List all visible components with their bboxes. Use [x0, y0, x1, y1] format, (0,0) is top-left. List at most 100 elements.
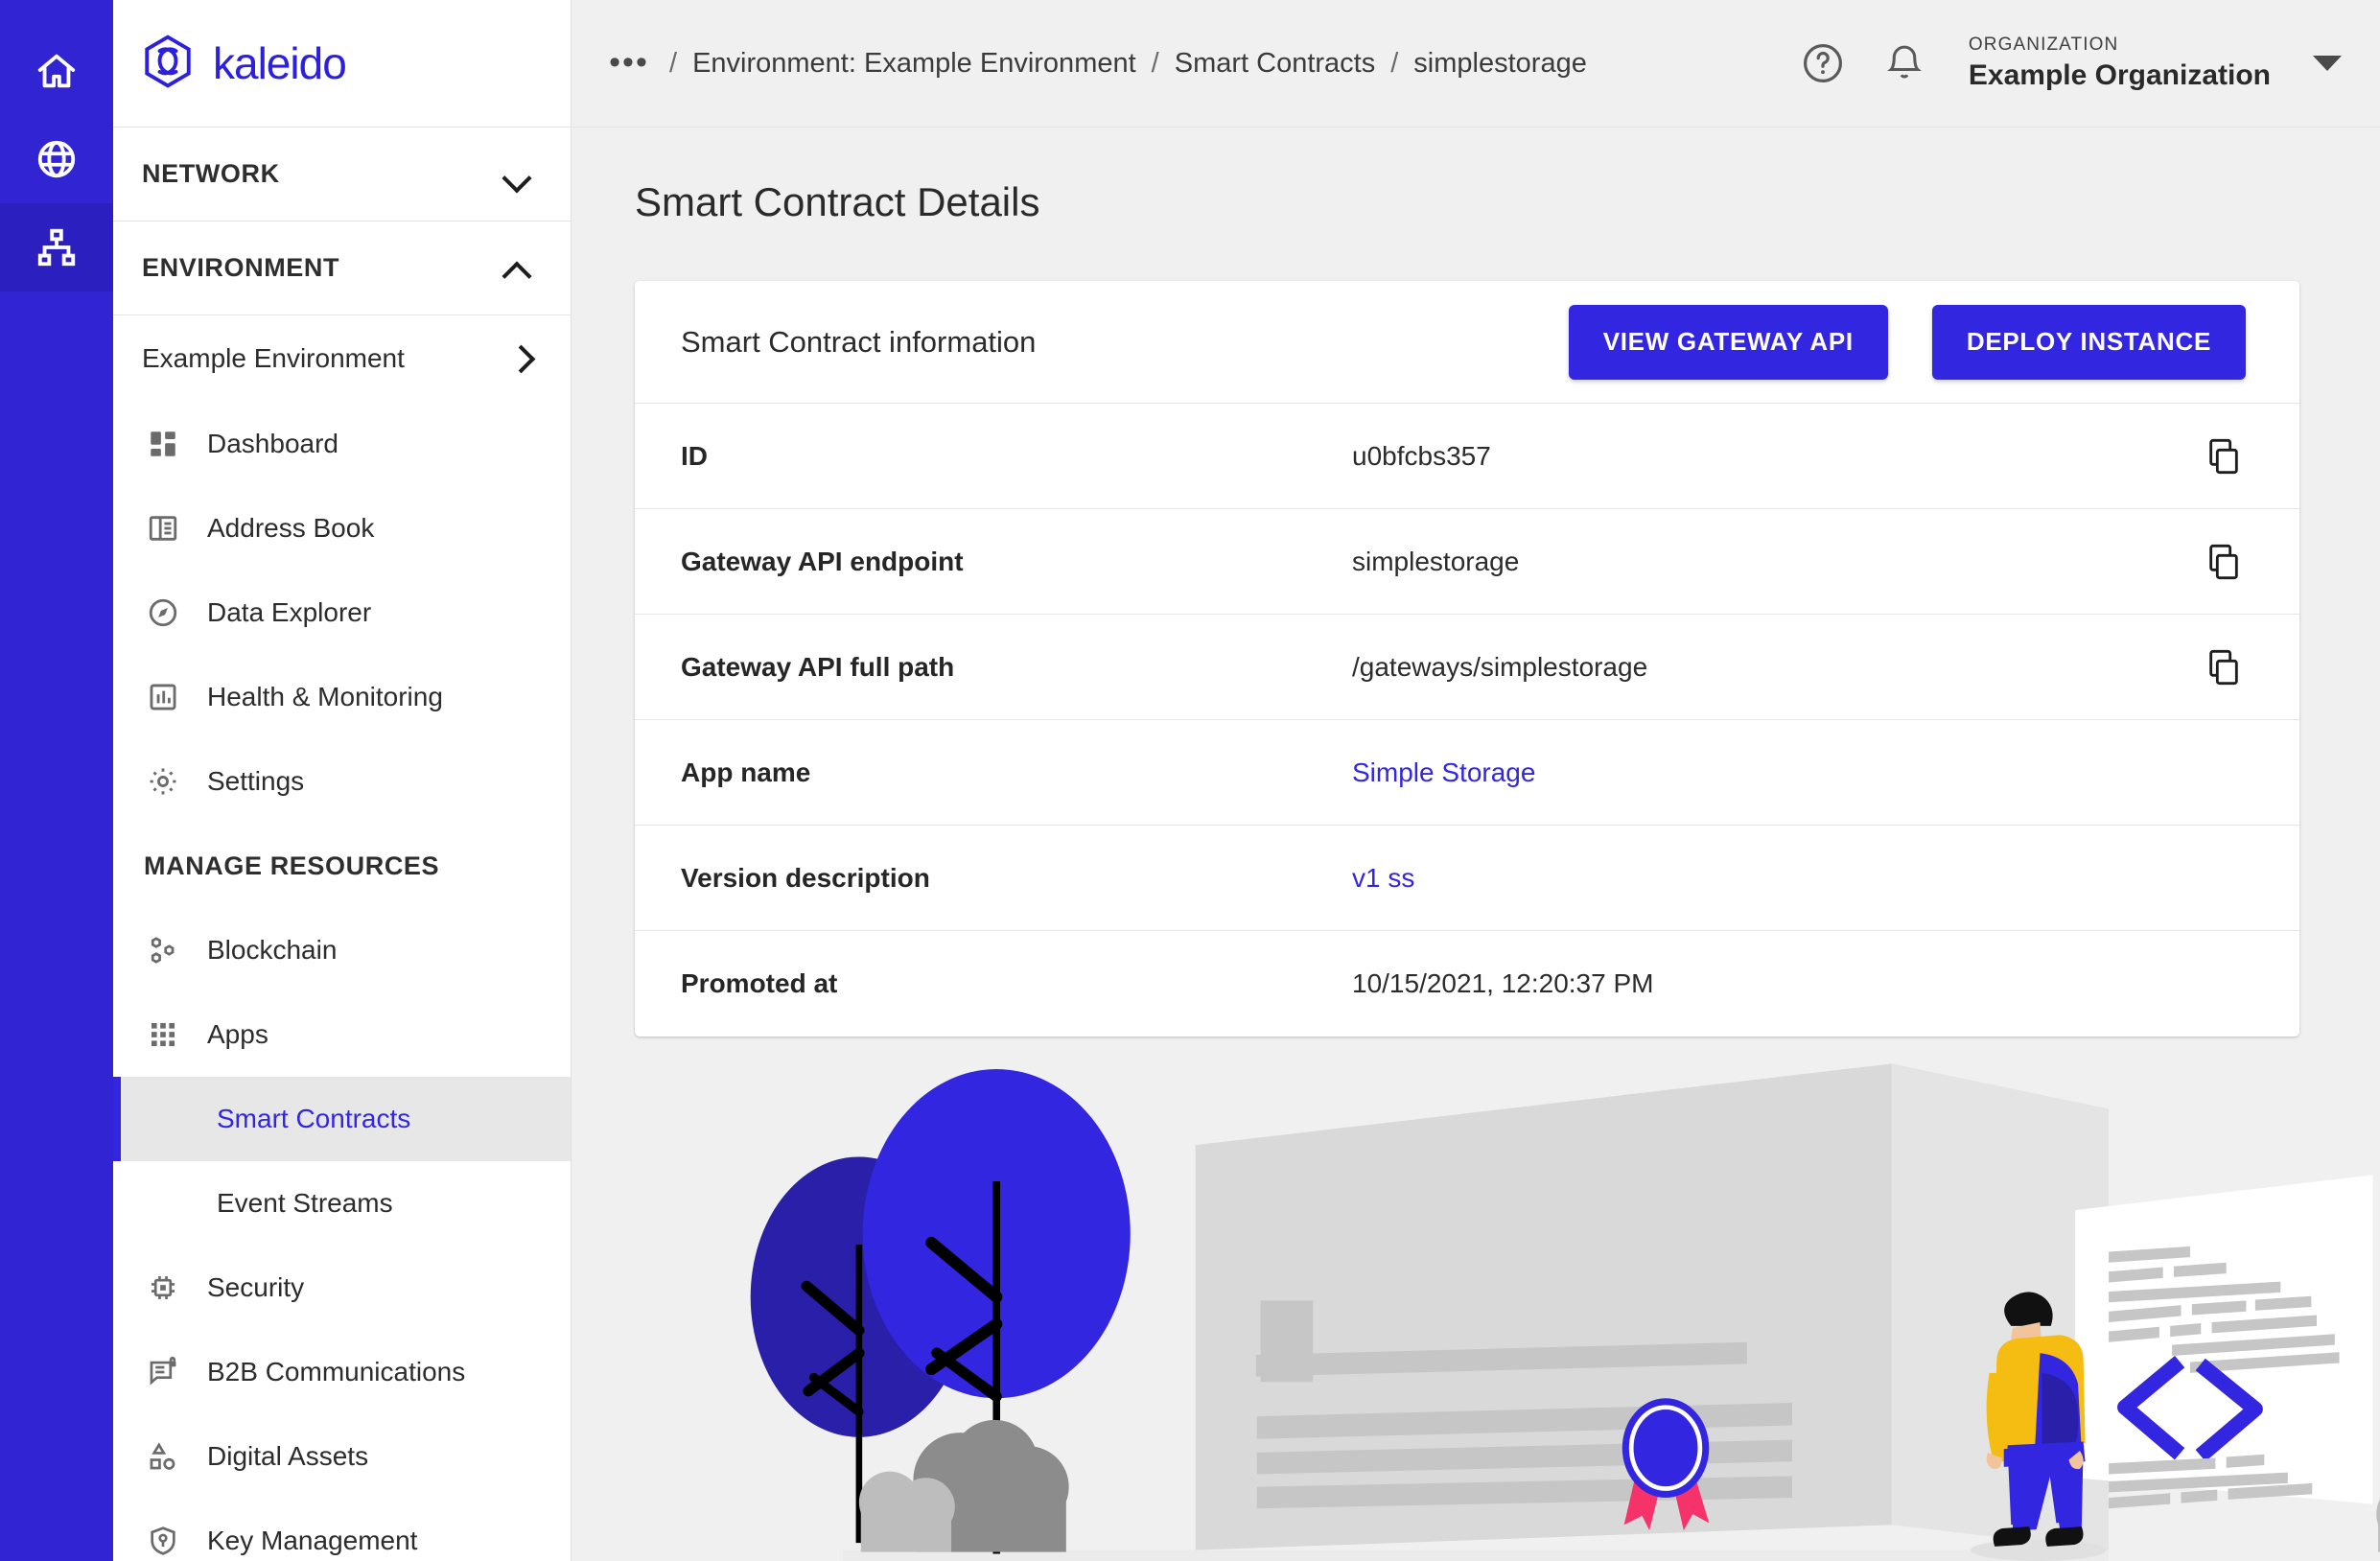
grid-apps-icon — [144, 1015, 182, 1054]
rail-item-environment[interactable] — [0, 203, 113, 291]
chevron-up-icon — [505, 261, 530, 276]
sidebar-section-environment[interactable]: ENVIRONMENT — [113, 221, 571, 315]
breadcrumb-separator: / — [669, 47, 678, 79]
sidebar-item-dashboard[interactable]: Dashboard — [113, 402, 571, 486]
sidebar-item-apps[interactable]: Apps — [113, 992, 571, 1077]
caret-down-icon[interactable] — [2313, 56, 2342, 71]
sidebar-item-event-streams[interactable]: Event Streams — [113, 1161, 571, 1246]
sidebar-item-apps-label: Apps — [207, 1019, 268, 1049]
sidebar-item-health-monitoring-label: Health & Monitoring — [207, 682, 443, 711]
sidebar-item-smart-contracts-label: Smart Contracts — [217, 1104, 411, 1133]
sidebar-item-example-environment[interactable]: Example Environment — [113, 315, 571, 402]
sidebar-item-data-explorer[interactable]: Data Explorer — [113, 571, 571, 655]
row-value-app-name[interactable]: Simple Storage — [1352, 757, 2246, 788]
rail-item-home[interactable] — [0, 27, 113, 115]
row-value-promoted-at: 10/15/2021, 12:20:37 PM — [1352, 968, 1654, 998]
brand-name: kaleido — [213, 38, 347, 88]
bell-icon[interactable] — [1882, 41, 1926, 85]
compass-icon — [144, 594, 182, 632]
sidebar-item-b2b-communications[interactable]: B2B Communications — [113, 1330, 571, 1414]
sidebar: kaleido NETWORK ENVIRONMENT Example Envi… — [113, 0, 572, 1561]
deploy-instance-button[interactable]: DEPLOY INSTANCE — [1931, 304, 2246, 380]
rail-item-network[interactable] — [0, 115, 113, 203]
table-row: Gateway API full path /gateways/simplest… — [635, 615, 2299, 720]
topbar: ••• / Environment: Example Environment /… — [572, 0, 2380, 128]
nodes-icon — [144, 931, 182, 969]
illustration-svg — [750, 1063, 2380, 1561]
row-value-id: u0bfcbs357 — [1352, 440, 1491, 471]
sidebar-item-data-explorer-label: Data Explorer — [207, 597, 372, 627]
breadcrumb-separator: / — [1151, 47, 1159, 79]
breadcrumb-environment[interactable]: Environment: Example Environment — [692, 48, 1136, 80]
topbar-actions — [1800, 40, 1926, 86]
breadcrumb: ••• / Environment: Example Environment /… — [604, 38, 1800, 88]
kaleido-logo-icon — [140, 34, 196, 94]
sidebar-item-security[interactable]: Security — [113, 1246, 571, 1330]
chevron-right-icon — [511, 349, 530, 368]
row-label-gateway-api-full-path: Gateway API full path — [681, 651, 955, 682]
sidebar-item-key-management-label: Key Management — [207, 1526, 418, 1555]
row-label-id: ID — [681, 440, 708, 471]
sidebar-item-smart-contracts[interactable]: Smart Contracts — [113, 1077, 571, 1161]
sidebar-item-b2b-communications-label: B2B Communications — [207, 1357, 466, 1386]
bar-chart-icon — [144, 678, 182, 716]
card-title: Smart Contract information — [681, 324, 1037, 359]
smart-contract-information-card: Smart Contract information VIEW GATEWAY … — [635, 281, 2299, 1037]
example-environment-label: Example Environment — [142, 343, 405, 373]
breadcrumb-simplestorage[interactable]: simplestorage — [1413, 48, 1587, 80]
dashboard-icon — [144, 425, 182, 463]
copy-icon[interactable] — [2202, 434, 2246, 478]
table-row: Gateway API endpoint simplestorage — [635, 509, 2299, 615]
help-circle-icon[interactable] — [1800, 40, 1846, 86]
sidebar-section-network-label: NETWORK — [142, 159, 280, 188]
sitemap-icon — [35, 225, 79, 269]
sidebar-item-event-streams-label: Event Streams — [217, 1188, 393, 1218]
content-area: Smart Contract Details Smart Contract in… — [572, 128, 2380, 1561]
card-header: Smart Contract information VIEW GATEWAY … — [635, 281, 2299, 404]
copy-icon[interactable] — [2202, 540, 2246, 584]
sidebar-item-digital-assets[interactable]: Digital Assets — [113, 1414, 571, 1499]
home-icon — [35, 49, 79, 93]
organization-selector[interactable]: ORGANIZATION Example Organization — [1969, 35, 2342, 92]
smart-contract-illustration — [572, 1024, 2380, 1561]
table-row: ID u0bfcbs357 — [635, 404, 2299, 509]
brand-logo[interactable]: kaleido — [113, 0, 571, 128]
sidebar-item-settings-label: Settings — [207, 766, 305, 796]
sidebar-section-network[interactable]: NETWORK — [113, 128, 571, 221]
row-label-app-name: App name — [681, 757, 811, 787]
sidebar-item-key-management[interactable]: Key Management — [113, 1499, 571, 1561]
organization-name: Example Organization — [1968, 59, 2271, 91]
icon-rail — [0, 0, 113, 1561]
row-label-version-description: Version description — [681, 862, 930, 893]
sidebar-item-dashboard-label: Dashboard — [207, 429, 338, 458]
shield-key-icon — [144, 1522, 182, 1560]
gear-icon — [144, 762, 182, 801]
row-value-gateway-api-full-path: /gateways/simplestorage — [1352, 651, 1648, 682]
organization-label: ORGANIZATION — [1968, 35, 2119, 55]
table-row: Version description v1 ss — [635, 826, 2299, 931]
breadcrumb-smart-contracts[interactable]: Smart Contracts — [1175, 48, 1376, 80]
row-value-gateway-api-endpoint: simplestorage — [1352, 546, 1520, 576]
sidebar-group-manage-resources: MANAGE RESOURCES — [144, 850, 440, 880]
sidebar-item-blockchain-label: Blockchain — [207, 935, 338, 965]
organization-text: ORGANIZATION Example Organization — [1969, 35, 2271, 92]
shapes-icon — [144, 1437, 182, 1476]
row-label-gateway-api-endpoint: Gateway API endpoint — [681, 546, 964, 576]
table-row: Promoted at 10/15/2021, 12:20:37 PM — [635, 931, 2299, 1037]
app-root: kaleido NETWORK ENVIRONMENT Example Envi… — [0, 0, 2380, 1561]
ellipsis-icon[interactable]: ••• — [604, 38, 654, 88]
page-title: Smart Contract Details — [635, 179, 1040, 224]
copy-icon[interactable] — [2202, 645, 2246, 689]
sidebar-section-environment-label: ENVIRONMENT — [142, 253, 340, 282]
row-value-version-description[interactable]: v1 ss — [1352, 863, 2246, 894]
sidebar-item-address-book[interactable]: Address Book — [113, 486, 571, 571]
globe-icon — [35, 137, 79, 181]
main-area: ••• / Environment: Example Environment /… — [572, 0, 2380, 1561]
sidebar-item-health-monitoring[interactable]: Health & Monitoring — [113, 655, 571, 739]
view-gateway-api-button[interactable]: VIEW GATEWAY API — [1568, 304, 1888, 380]
address-book-icon — [144, 509, 182, 548]
sidebar-item-blockchain[interactable]: Blockchain — [113, 908, 571, 992]
sidebar-item-settings[interactable]: Settings — [113, 739, 571, 824]
row-label-promoted-at: Promoted at — [681, 968, 838, 998]
sidebar-item-digital-assets-label: Digital Assets — [207, 1441, 369, 1471]
